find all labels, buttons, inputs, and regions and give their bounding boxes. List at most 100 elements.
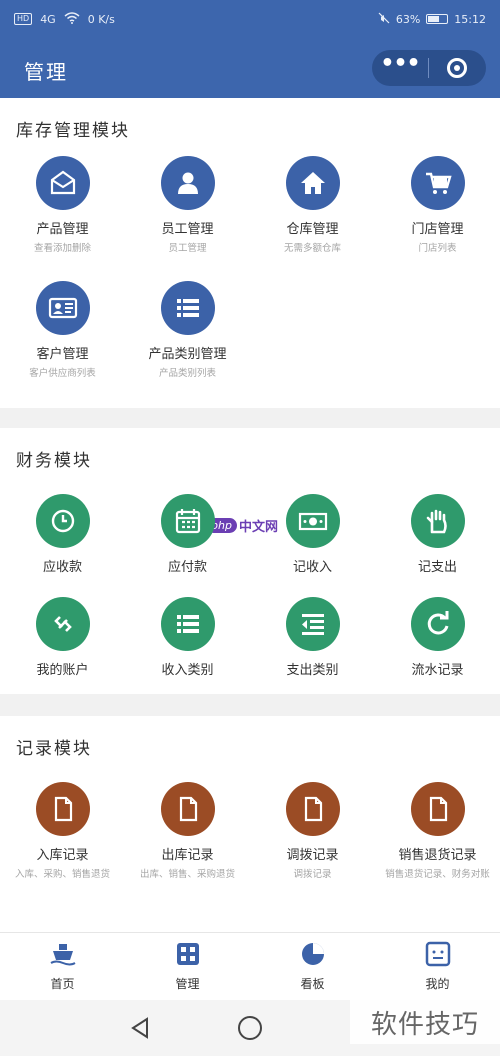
battery-percent: 63% (395, 12, 421, 26)
home-circle-icon[interactable] (238, 1016, 262, 1040)
tile-subtitle: 调拨记录 (293, 869, 332, 880)
tile-label: 流水记录 (411, 663, 464, 678)
module-tile[interactable]: 客户管理客户供应商列表 (0, 281, 125, 381)
tile-label: 仓库管理 (286, 222, 339, 237)
outdent-icon (285, 597, 340, 651)
ship-icon (49, 944, 76, 966)
grid-icon (176, 943, 199, 965)
tile-subtitle: 无需多额仓库 (283, 243, 341, 254)
network-speed: 0 K/s (87, 12, 115, 26)
tile-label: 记支出 (417, 560, 457, 575)
tile-label: 调拨记录 (286, 848, 339, 863)
target-circle-icon[interactable] (429, 50, 485, 86)
status-bar: HD 4G 0 K/s 63% 15:12 (0, 0, 500, 38)
tile-label: 收入类别 (161, 663, 214, 678)
tile-label: 产品类别管理 (148, 347, 227, 362)
cart-icon (410, 156, 465, 210)
tile-label: 门店管理 (411, 222, 464, 237)
tile-subtitle: 销售退货记录、财务对账 (385, 869, 490, 880)
file-icon (285, 782, 340, 836)
tile-subtitle: 客户供应商列表 (29, 368, 96, 379)
back-icon[interactable] (128, 1016, 152, 1040)
module-tile[interactable]: 仓库管理无需多额仓库 (250, 156, 375, 256)
tile-label: 应收款 (42, 560, 82, 575)
pie-chart-icon (301, 943, 324, 965)
hd-badge: HD (14, 13, 33, 25)
section-title: 库存管理模块 (16, 121, 130, 141)
tab-dashboard[interactable]: 看板 (250, 941, 375, 992)
mini-program-capsule: ••• (372, 50, 486, 86)
tab-label: 看板 (300, 977, 325, 991)
tab-mine[interactable]: 我的 (375, 941, 500, 992)
module-tile[interactable]: 门店管理 门店列表 (375, 156, 500, 256)
id-card-icon (35, 281, 90, 335)
calendar-icon (160, 494, 215, 548)
section-finance: 财务模块 php 中文网 应收款 应付款 记收入 记支出 我的账户 收入类别 支出类别 流水记… (0, 428, 500, 694)
bottom-watermark: 软件技巧 (350, 1000, 500, 1044)
page-title: 管理 (24, 60, 68, 84)
tile-label: 产品管理 (36, 222, 89, 237)
module-tile[interactable]: 产品类别管理产品类别列表 (125, 281, 250, 381)
tab-home[interactable]: 首页 (0, 941, 125, 992)
envelope-icon (35, 156, 90, 210)
tile-subtitle: 员工管理 (168, 243, 207, 254)
tile-label: 我的账户 (36, 663, 89, 678)
link-icon (35, 597, 90, 651)
module-tile[interactable]: 记收入 (250, 494, 375, 575)
tile-label: 出库记录 (161, 848, 214, 863)
file-icon (160, 782, 215, 836)
module-tile[interactable]: 流水记录 (375, 597, 500, 678)
module-tile[interactable]: 调拨记录 调拨记录 (250, 782, 375, 882)
clock-icon (35, 494, 90, 548)
module-tile[interactable]: 应付款 (125, 494, 250, 575)
mute-icon (378, 12, 390, 27)
tile-label: 支出类别 (286, 663, 339, 678)
module-tile[interactable]: 产品管理查看添加删除 (0, 156, 125, 256)
module-tile[interactable]: 我的账户 (0, 597, 125, 678)
module-tile[interactable]: 销售退货记录销售退货记录、财务对账 (375, 782, 500, 882)
tile-label: 员工管理 (161, 222, 214, 237)
tile-label: 客户管理 (36, 347, 89, 362)
refresh-icon (410, 597, 465, 651)
clock-time: 15:12 (454, 12, 486, 26)
module-tile[interactable]: 记支出 (375, 494, 500, 575)
tile-label: 记收入 (292, 560, 332, 575)
section-title: 财务模块 (16, 451, 92, 471)
list-icon (160, 597, 215, 651)
module-tile[interactable]: 支出类别 (250, 597, 375, 678)
house-icon (285, 156, 340, 210)
module-tile[interactable]: 收入类别 (125, 597, 250, 678)
section-title: 记录模块 (16, 739, 92, 759)
section-stock: 库存管理模块 产品管理 查看添加删除 员工管理 员工管理 仓库管理 无需多额仓库 门店管理门… (0, 98, 500, 408)
tab-label: 首页 (50, 977, 75, 991)
person-icon (160, 156, 215, 210)
tile-subtitle: 出库、销售、采购退货 (139, 869, 235, 880)
title-bar: 管理 ••• (0, 38, 500, 98)
cash-icon (285, 494, 340, 548)
signal-indicator: 4G (40, 12, 56, 26)
more-dots-icon[interactable]: ••• (372, 50, 428, 86)
module-tile[interactable]: 入库记录入库、采购、销售退货 (0, 782, 125, 882)
tab-label: 管理 (175, 977, 200, 991)
module-tile[interactable]: 员工管理 员工管理 (125, 156, 250, 256)
section-records: 记录模块 入库记录 入库、采购、销售退货 出库记录 出库、销售、采购退货 调拨记录 调拨记… (0, 716, 500, 932)
tile-subtitle: 入库、采购、销售退货 (14, 869, 110, 880)
tab-manage[interactable]: 管理 (125, 941, 250, 992)
file-icon (410, 782, 465, 836)
tile-label: 入库记录 (36, 848, 89, 863)
face-icon (425, 941, 450, 967)
file-icon (35, 782, 90, 836)
tile-label: 应付款 (167, 560, 207, 575)
battery-icon (426, 14, 449, 24)
tile-subtitle: 门店列表 (418, 243, 457, 254)
tab-bar: 首页 管理 看板 我的 (0, 932, 500, 1000)
tile-label: 销售退货记录 (398, 848, 477, 863)
module-tile[interactable]: 应收款 (0, 494, 125, 575)
module-tile[interactable]: 出库记录出库、销售、采购退货 (125, 782, 250, 882)
list-icon (160, 281, 215, 335)
tile-subtitle: 查看添加删除 (33, 243, 91, 254)
wifi-icon (64, 11, 80, 27)
tab-label: 我的 (425, 977, 450, 991)
hand-icon (410, 494, 465, 548)
tile-subtitle: 产品类别列表 (158, 368, 216, 379)
